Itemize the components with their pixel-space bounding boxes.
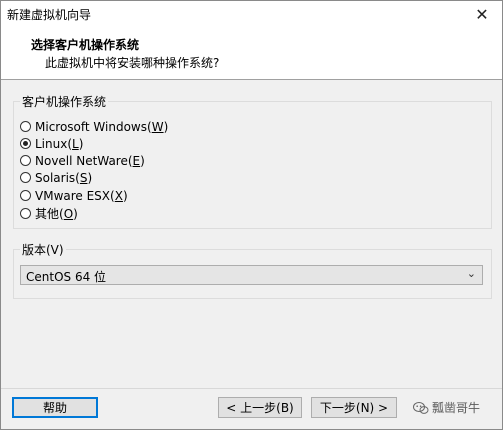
accelerator-close: ) bbox=[87, 170, 93, 185]
version-selected-value: CentOS 64 位 bbox=[26, 270, 107, 284]
title-bar: 新建虚拟机向导 ✕ bbox=[1, 1, 502, 27]
accelerator-close: ) bbox=[122, 188, 128, 203]
wizard-window: 新建虚拟机向导 ✕ 选择客户机操作系统 此虚拟机中将安装哪种操作系统? 客户机操… bbox=[0, 0, 503, 430]
radio-label-text: Microsoft Windows bbox=[35, 119, 147, 134]
chevron-down-icon[interactable]: ⌄ bbox=[467, 267, 476, 280]
wizard-header: 选择客户机操作系统 此虚拟机中将安装哪种操作系统? bbox=[1, 27, 502, 80]
accelerator-key: S bbox=[79, 170, 88, 185]
page-title: 选择客户机操作系统 bbox=[31, 38, 140, 52]
radio-other[interactable]: 其他 (O) bbox=[20, 205, 78, 222]
radio-icon[interactable] bbox=[20, 121, 31, 132]
version-group: 版本(V) CentOS 64 位 ⌄ bbox=[13, 241, 492, 299]
radio-icon[interactable] bbox=[20, 208, 31, 219]
version-select[interactable]: CentOS 64 位 ⌄ bbox=[20, 265, 483, 285]
radio-solaris[interactable]: Solaris (S) bbox=[20, 169, 92, 186]
accelerator-key: X bbox=[114, 188, 123, 203]
accelerator-key: O bbox=[63, 206, 74, 221]
watermark: 瓢凿哥牛 bbox=[413, 399, 480, 416]
accelerator-key: L bbox=[72, 136, 79, 151]
accelerator-key: W bbox=[151, 119, 164, 134]
close-icon[interactable]: ✕ bbox=[462, 1, 502, 27]
accelerator-close: ) bbox=[140, 153, 145, 168]
page-subtitle: 此虚拟机中将安装哪种操作系统? bbox=[45, 56, 220, 70]
accelerator-key: E bbox=[132, 153, 141, 168]
guest-os-group-label: 客户机操作系统 bbox=[20, 93, 109, 110]
radio-label-text: 其他 bbox=[35, 207, 60, 221]
guest-os-group: 客户机操作系统 Microsoft Windows (W) Linux (L) … bbox=[13, 93, 492, 229]
back-button[interactable]: < 上一步(B) bbox=[218, 397, 302, 418]
version-group-label: 版本(V) bbox=[20, 241, 66, 258]
window-title: 新建虚拟机向导 bbox=[7, 8, 92, 22]
next-button[interactable]: 下一步(N) > bbox=[311, 397, 397, 418]
radio-label-text: Solaris bbox=[35, 170, 76, 185]
wechat-logo-icon bbox=[413, 401, 429, 414]
radio-linux[interactable]: Linux (L) bbox=[20, 135, 83, 152]
radio-label-text: Novell NetWare bbox=[35, 153, 128, 168]
radio-novell-netware[interactable]: Novell NetWare (E) bbox=[20, 152, 145, 169]
watermark-text: 瓢凿哥牛 bbox=[432, 401, 481, 415]
radio-microsoft-windows[interactable]: Microsoft Windows (W) bbox=[20, 118, 168, 135]
help-button[interactable]: 帮助 bbox=[12, 397, 98, 418]
radio-icon[interactable] bbox=[20, 138, 31, 149]
wizard-footer: 帮助 < 上一步(B) 下一步(N) > 瓢凿哥牛 bbox=[1, 388, 502, 429]
radio-label-text: Linux bbox=[35, 136, 68, 151]
accelerator-close: ) bbox=[73, 206, 78, 221]
radio-label-text: VMware ESX bbox=[35, 188, 111, 203]
radio-vmware-esx[interactable]: VMware ESX (X) bbox=[20, 187, 128, 204]
radio-icon[interactable] bbox=[20, 172, 31, 183]
accelerator-close: ) bbox=[163, 119, 169, 134]
radio-icon[interactable] bbox=[20, 155, 31, 166]
radio-icon[interactable] bbox=[20, 190, 31, 201]
accelerator-close: ) bbox=[78, 136, 84, 151]
